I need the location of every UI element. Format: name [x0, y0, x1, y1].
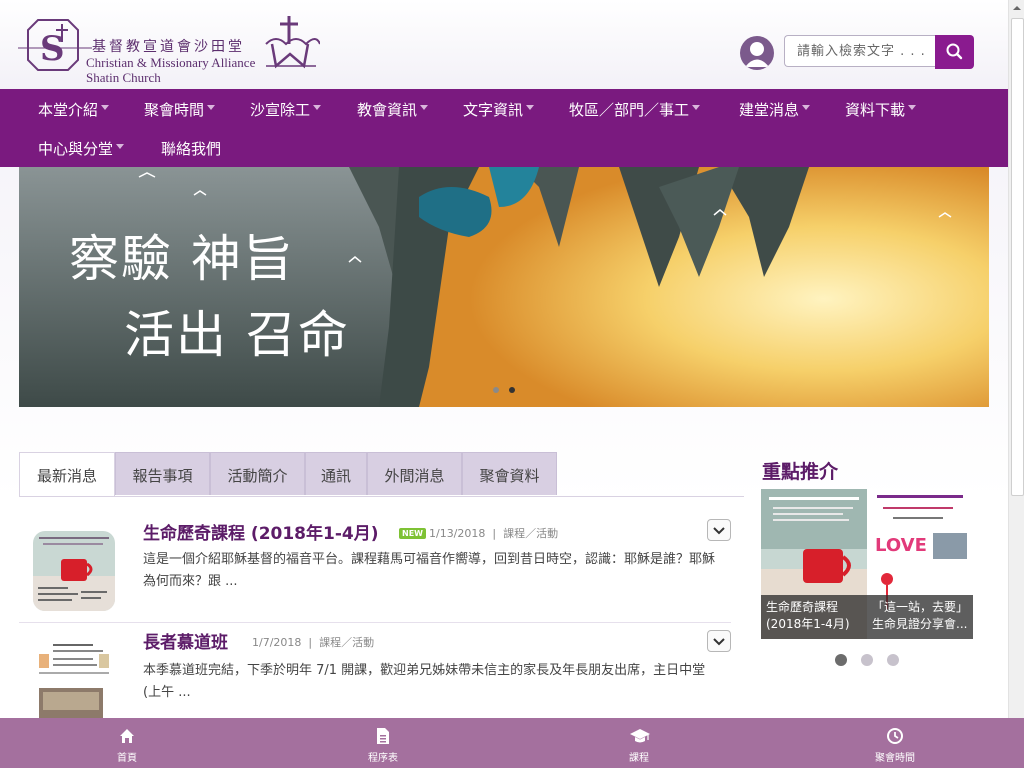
logo-english-subname: Shatin Church: [86, 70, 161, 85]
search-button[interactable]: [935, 35, 974, 69]
scroll-up-arrow-icon[interactable]: [1009, 0, 1024, 16]
logo-english-name: Christian & Missionary Alliance: [86, 55, 256, 70]
featured-dot-1[interactable]: [835, 654, 847, 666]
news-thumbnail[interactable]: [33, 531, 115, 611]
bottom-courses-button[interactable]: 課程: [579, 718, 699, 768]
news-item[interactable]: 長者慕道班 1/7/2018 | 課程／活動 本季慕道班完結，下季於明年 7/1…: [19, 630, 744, 720]
tab-announcements[interactable]: 報告事項: [115, 452, 210, 495]
logo-chinese-name: 基督教宣道會沙田堂: [92, 39, 245, 55]
chevron-down-icon: [713, 638, 725, 646]
bottom-toolbar: 首頁 程序表 課程 聚會時間: [0, 718, 1024, 768]
bottom-service-times-label: 聚會時間: [875, 753, 915, 764]
search-input[interactable]: [784, 35, 936, 67]
news-tabs: 最新消息 報告事項 活動簡介 通訊 外間消息 聚會資料: [19, 452, 744, 497]
nav-item-building-news[interactable]: 建堂消息: [739, 91, 811, 127]
bottom-home-label: 首頁: [117, 753, 137, 764]
page: S 基督教宣道會沙田堂 Christian & Missionary Allia…: [0, 0, 1008, 768]
nav-item-publications[interactable]: 文字資訊: [463, 91, 535, 127]
nav-item-label: 教會資訊: [357, 101, 418, 119]
nav-item-about[interactable]: 本堂介紹: [38, 91, 110, 127]
news-title[interactable]: 長者慕道班: [143, 628, 228, 653]
bottom-programme-button[interactable]: 程序表: [323, 718, 443, 768]
header: S 基督教宣道會沙田堂 Christian & Missionary Allia…: [0, 0, 1008, 89]
main-nav: 本堂介紹 聚會時間 沙宣除工 教會資訊 文字資訊 牧區／部門／事工 建堂消息 資…: [0, 89, 1008, 167]
caret-down-icon: [116, 144, 125, 149]
new-badge: NEW: [399, 528, 426, 539]
nav-item-shatin-missions[interactable]: 沙宣除工: [250, 91, 322, 127]
nav-item-label: 聚會時間: [144, 101, 205, 119]
news-description: 這是一個介紹耶穌基督的福音平台。課程藉馬可福音作嚮導，回到昔日時空，認識：耶穌是…: [143, 552, 716, 589]
caret-down-icon: [802, 105, 811, 110]
search-box: [784, 35, 974, 69]
nav-item-church-info[interactable]: 教會資訊: [357, 91, 429, 127]
nav-item-label: 資料下載: [845, 101, 906, 119]
caret-down-icon: [101, 105, 110, 110]
featured-card-caption: 生命歷奇課程 (2018年1-4月): [761, 595, 867, 639]
featured-section-title: 重點推介: [762, 461, 839, 483]
nav-item-contact[interactable]: 聯絡我們: [161, 130, 221, 166]
nav-item-service-times[interactable]: 聚會時間: [144, 91, 216, 127]
scrollbar-thumb[interactable]: [1011, 18, 1024, 496]
banner-headline-2: 活出 召命: [124, 306, 350, 364]
tab-latest-news[interactable]: 最新消息: [19, 452, 115, 496]
caret-down-icon: [313, 105, 322, 110]
news-category[interactable]: 課程／活動: [503, 527, 558, 540]
document-icon: [377, 728, 389, 744]
news-divider: [19, 622, 731, 623]
tab-meeting-materials[interactable]: 聚會資料: [462, 452, 557, 495]
nav-item-centres-branches[interactable]: 中心與分堂: [38, 130, 125, 166]
nav-item-ministries[interactable]: 牧區／部門／事工: [569, 91, 701, 127]
bottom-courses-label: 課程: [629, 753, 649, 764]
featured-card[interactable]: LOVE 「這一站，去要」生命見證分享會...: [867, 489, 973, 639]
tab-newsletter[interactable]: 通訊: [305, 452, 367, 495]
caret-down-icon: [692, 105, 701, 110]
graduation-cap-icon: [630, 729, 650, 743]
news-item[interactable]: 生命歷奇課程 (2018年1-4月) NEW 1/13/2018 | 課程／活動 …: [19, 519, 744, 616]
banner-dot-1[interactable]: [493, 387, 499, 393]
bottom-service-times-button[interactable]: 聚會時間: [835, 718, 955, 768]
news-date: 1/13/2018: [428, 527, 486, 540]
nav-item-label: 文字資訊: [463, 101, 524, 119]
news-description: 本季慕道班完結，下季於明年 7/1 開課，歡迎弟兄姊妹帶未信主的家長及年長朋友出…: [143, 663, 706, 700]
featured-card-caption: 「這一站，去要」生命見證分享會...: [867, 595, 973, 639]
news-meta: 1/7/2018 | 課程／活動: [252, 636, 375, 649]
expand-button[interactable]: [707, 519, 731, 541]
nav-item-label: 牧區／部門／事工: [569, 101, 690, 119]
chevron-down-icon: [713, 527, 725, 535]
featured-dot-3[interactable]: [887, 654, 899, 666]
bottom-programme-label: 程序表: [368, 753, 398, 764]
caret-down-icon: [420, 105, 429, 110]
svg-text:LOVE: LOVE: [875, 535, 927, 556]
banner-headline-1: 察驗 神旨: [69, 230, 295, 288]
hero-banner[interactable]: 察驗 神旨 活出 召命: [19, 167, 989, 407]
page-scrollbar[interactable]: [1008, 0, 1024, 768]
news-title[interactable]: 生命歷奇課程 (2018年1-4月): [143, 519, 379, 544]
clock-icon: [887, 728, 903, 744]
tab-external-news[interactable]: 外間消息: [367, 452, 462, 495]
nav-item-label: 沙宣除工: [250, 101, 311, 119]
bottom-home-button[interactable]: 首頁: [67, 718, 187, 768]
caret-down-icon: [526, 105, 535, 110]
nav-item-label: 中心與分堂: [38, 140, 114, 158]
nav-item-label: 本堂介紹: [38, 101, 99, 119]
banner-dot-2[interactable]: [509, 387, 515, 393]
home-icon: [120, 729, 134, 743]
nav-item-downloads[interactable]: 資料下載: [845, 91, 917, 127]
news-date: 1/7/2018: [252, 636, 302, 649]
nav-item-label: 聯絡我們: [161, 140, 222, 158]
featured-card[interactable]: 生命歷奇課程 (2018年1-4月): [761, 489, 867, 639]
nav-item-label: 建堂消息: [739, 101, 800, 119]
news-category[interactable]: 課程／活動: [319, 636, 374, 649]
user-avatar-icon[interactable]: [740, 36, 774, 70]
search-icon: [946, 43, 963, 60]
news-meta: NEW 1/13/2018 | 課程／活動: [399, 525, 558, 541]
caret-down-icon: [908, 105, 917, 110]
svg-text:S: S: [40, 29, 65, 69]
featured-dot-2[interactable]: [861, 654, 873, 666]
expand-button[interactable]: [707, 630, 731, 652]
tab-events[interactable]: 活動簡介: [210, 452, 305, 495]
caret-down-icon: [207, 105, 216, 110]
news-thumbnail[interactable]: [33, 640, 115, 720]
